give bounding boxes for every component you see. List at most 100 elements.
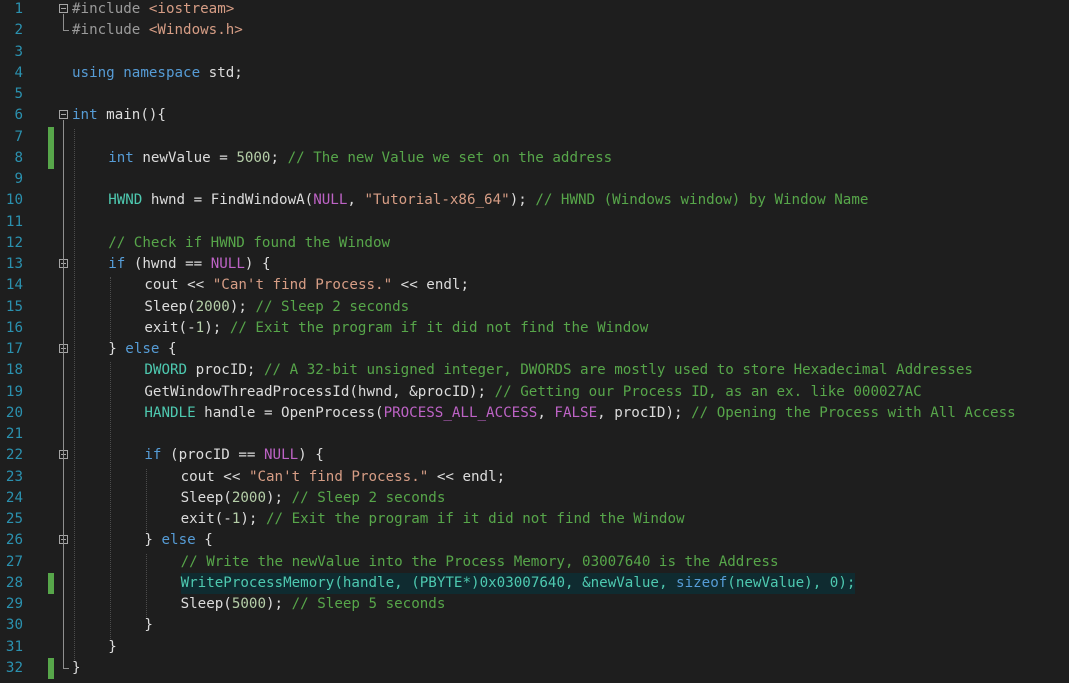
line-number: 1 [14, 1, 23, 17]
line-number: 20 [5, 404, 23, 421]
code-token: ) { [244, 256, 271, 272]
code-token: if [108, 256, 126, 272]
code-token: *)0x03007640, &newValue, [462, 574, 677, 591]
code-token: ); [266, 596, 292, 612]
code-text: exit(-1); // Exit the program if it did … [181, 509, 685, 530]
code-token: ); [204, 319, 230, 336]
code-line[interactable]: 11 [0, 212, 1069, 233]
code-line[interactable]: 30} [0, 615, 1069, 636]
outline-guide-end [63, 667, 69, 669]
code-line[interactable]: 12 // Check if HWND found the Window [0, 233, 1069, 254]
outline-guide-end [63, 30, 69, 32]
code-token: 5000 [231, 596, 267, 612]
code-line[interactable]: 5 [0, 84, 1069, 105]
code-token: Sleep( [180, 596, 232, 612]
indent-guide [146, 468, 148, 533]
code-token: // Exit the program if it did not find t… [229, 319, 649, 336]
code-text: } else { [144, 530, 212, 551]
line-number: 21 [5, 426, 23, 442]
code-text: Sleep(2000); // Sleep 2 seconds [144, 297, 409, 318]
change-marker [48, 657, 54, 679]
collapse-toggle-icon[interactable] [59, 110, 68, 120]
code-text: #include <iostream> [72, 0, 234, 20]
code-text: int newValue = 5000; // The new Value we… [108, 148, 612, 169]
code-token: PROCESS_ALL_ACCESS [383, 404, 538, 421]
code-token: } [108, 638, 117, 655]
code-text: } [72, 658, 81, 679]
code-line[interactable]: 25 exit(-1); // Exit the program if it di… [0, 509, 1069, 530]
code-line[interactable]: 13 if (hwnd == NULL) { [0, 254, 1069, 275]
code-text: // Check if HWND found the Window [108, 233, 390, 254]
code-line[interactable]: 16 exit(-1); // Exit the program if it di… [0, 318, 1069, 339]
code-line[interactable]: 19 GetWindowThreadProcessId(hwnd, &procID… [0, 382, 1069, 403]
code-token: // Getting our Process ID, as an ex. lik… [494, 383, 922, 400]
code-token: HWND [108, 192, 143, 209]
code-line[interactable]: 29 Sleep(5000); // Sleep 5 seconds [0, 594, 1069, 615]
code-token: // Write the newValue into the Process M… [180, 553, 779, 570]
code-token: "Tutorial-x86_64" [364, 192, 510, 209]
code-line[interactable]: 3 [0, 42, 1069, 63]
code-line[interactable]: 28 WriteProcessMemory(handle, (PBYTE*)0x0… [0, 572, 1069, 594]
code-token: #include [72, 1, 149, 17]
line-number: 15 [5, 298, 23, 315]
code-token: exit(- [180, 511, 232, 527]
code-token: ) { [298, 447, 324, 464]
code-line[interactable]: 6 int main(){ [0, 105, 1069, 126]
code-line[interactable]: 21 [0, 424, 1069, 445]
line-number: 32 [5, 659, 23, 676]
code-line[interactable]: 20 HANDLE handle = OpenProcess(PROCESS_AL… [0, 403, 1069, 424]
code-line[interactable]: 15 Sleep(2000); // Sleep 2 seconds [0, 297, 1069, 318]
code-token: // Check if HWND found the Window [108, 234, 391, 251]
code-token: ); [509, 192, 536, 209]
line-number: 12 [5, 234, 23, 251]
code-text: HANDLE handle = OpenProcess(PROCESS_ALL_… [144, 403, 1015, 424]
code-line[interactable]: 24 Sleep(2000); // Sleep 2 seconds [0, 488, 1069, 509]
code-line[interactable]: 17} else { [0, 339, 1069, 360]
code-text: GetWindowThreadProcessId(hwnd, &procID);… [144, 382, 921, 403]
line-number: 16 [5, 319, 23, 336]
code-text: cout << "Can't find Process." << endl; [181, 467, 506, 488]
code-text: #include <Windows.h> [72, 20, 243, 41]
code-token: (procID == [161, 447, 264, 464]
line-number: 25 [5, 511, 23, 527]
code-text: // Write the newValue into the Process M… [181, 552, 779, 573]
code-line[interactable]: 23 cout << "Can't find Process." << endl; [0, 467, 1069, 488]
code-line[interactable]: 31} [0, 637, 1069, 658]
code-token: // A 32-bit unsigned integer, DWORDS are… [263, 362, 973, 379]
code-line[interactable]: 18 DWORD procID; // A 32-bit unsigned int… [0, 360, 1069, 381]
code-line[interactable]: 22 if (procID == NULL) { [0, 445, 1069, 466]
code-token: handle = OpenProcess( [195, 404, 384, 421]
indent-guide [110, 277, 112, 341]
code-token: { [195, 532, 213, 549]
code-token: "Can't find Process." [212, 277, 393, 294]
code-text: exit(-1); // Exit the program if it did … [144, 318, 648, 339]
code-editor[interactable]: 1 #include <iostream> 2 #include <Windows.h… [0, 0, 1069, 683]
code-token: 2000 [231, 489, 267, 506]
code-line[interactable]: 7 [0, 126, 1069, 148]
code-line[interactable]: 14 cout << "Can't find Process." << endl; [0, 275, 1069, 296]
code-line[interactable]: 2 #include <Windows.h> [0, 20, 1069, 41]
code-text: using namespace std; [72, 63, 243, 84]
line-number: 9 [14, 171, 23, 187]
line-number: 28 [5, 574, 23, 591]
line-number: 6 [14, 107, 23, 124]
code-text: Sleep(2000); // Sleep 2 seconds [181, 488, 446, 509]
code-token: GetWindowThreadProcessId(hwnd, &procID); [144, 383, 495, 400]
line-number: 29 [5, 596, 23, 612]
code-line[interactable]: 8 int newValue = 5000; // The new Value w… [0, 147, 1069, 169]
code-line[interactable]: 32} [0, 657, 1069, 679]
code-token: "Can't find Process." [248, 468, 429, 485]
code-line[interactable]: 4 using namespace std; [0, 63, 1069, 84]
code-line[interactable]: 26} else { [0, 530, 1069, 551]
code-text: if (procID == NULL) { [144, 445, 323, 466]
line-number: 17 [5, 341, 23, 357]
code-line[interactable]: 10 HWND hwnd = FindWindowA(NULL, "Tutoria… [0, 190, 1069, 211]
line-number: 24 [5, 489, 23, 506]
code-line[interactable]: 9 [0, 169, 1069, 190]
collapse-toggle-icon[interactable] [59, 4, 68, 13]
code-line[interactable]: 1 #include <iostream> [0, 0, 1069, 20]
code-token: NULL [210, 256, 245, 272]
indent-guide [110, 362, 112, 639]
code-line[interactable]: 27 // Write the newValue into the Process… [0, 552, 1069, 573]
code-token: ); [229, 298, 256, 315]
